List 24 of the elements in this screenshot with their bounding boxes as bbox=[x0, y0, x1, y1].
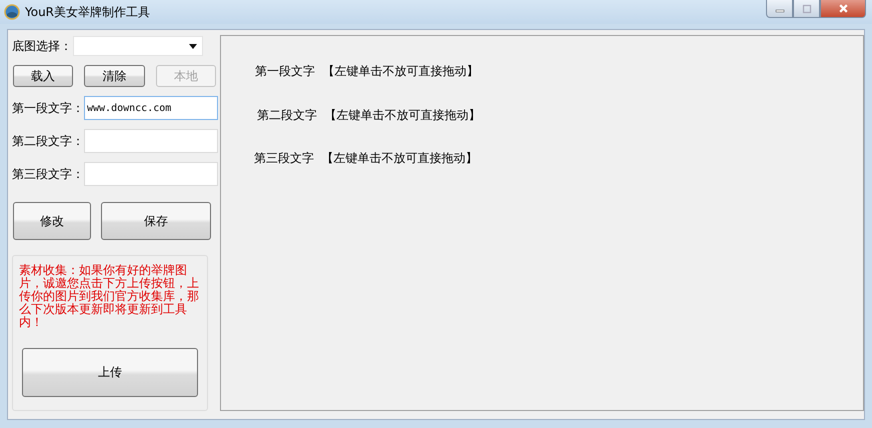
text-input-field[interactable] bbox=[84, 129, 218, 153]
draggable-text[interactable]: 第二段文字 【左键单击不放可直接拖动】 bbox=[257, 107, 481, 124]
draggable-text[interactable]: 第一段文字 【左键单击不放可直接拖动】 bbox=[255, 63, 479, 80]
action-button[interactable]: 保存 bbox=[101, 202, 211, 240]
close-icon bbox=[838, 3, 848, 14]
base-image-label: 底图选择： bbox=[12, 38, 72, 54]
app-logo-icon bbox=[4, 4, 20, 20]
close-button[interactable] bbox=[820, 0, 866, 18]
maximize-button[interactable] bbox=[793, 0, 820, 18]
maximize-icon bbox=[802, 4, 812, 14]
text-field-label: 第二段文字： bbox=[12, 132, 84, 150]
upload-button[interactable]: 上传 bbox=[22, 348, 198, 397]
text-input-field[interactable] bbox=[84, 162, 218, 186]
action-button[interactable]: 修改 bbox=[13, 202, 91, 240]
window-title: YouR美女举牌制作工具 bbox=[25, 4, 150, 20]
notice-text: 素材收集：如果你有好的举牌图片，诚邀您点击下方上传按钮，上传你的图片到我们官方收集库，那么下次版本更新即将更新到工具内！ bbox=[19, 264, 200, 329]
caret-icon bbox=[189, 44, 197, 48]
text-input-field[interactable]: www.downcc.com bbox=[84, 96, 218, 120]
text-field-label: 第三段文字： bbox=[12, 166, 84, 182]
minimize-button[interactable] bbox=[766, 0, 793, 18]
image-button[interactable]: 载入 bbox=[13, 65, 74, 87]
text-field-label: 第一段文字： bbox=[12, 100, 84, 116]
image-button[interactable]: 清除 bbox=[84, 65, 145, 87]
draggable-text[interactable]: 第三段文字 【左键单击不放可直接拖动】 bbox=[254, 150, 478, 167]
